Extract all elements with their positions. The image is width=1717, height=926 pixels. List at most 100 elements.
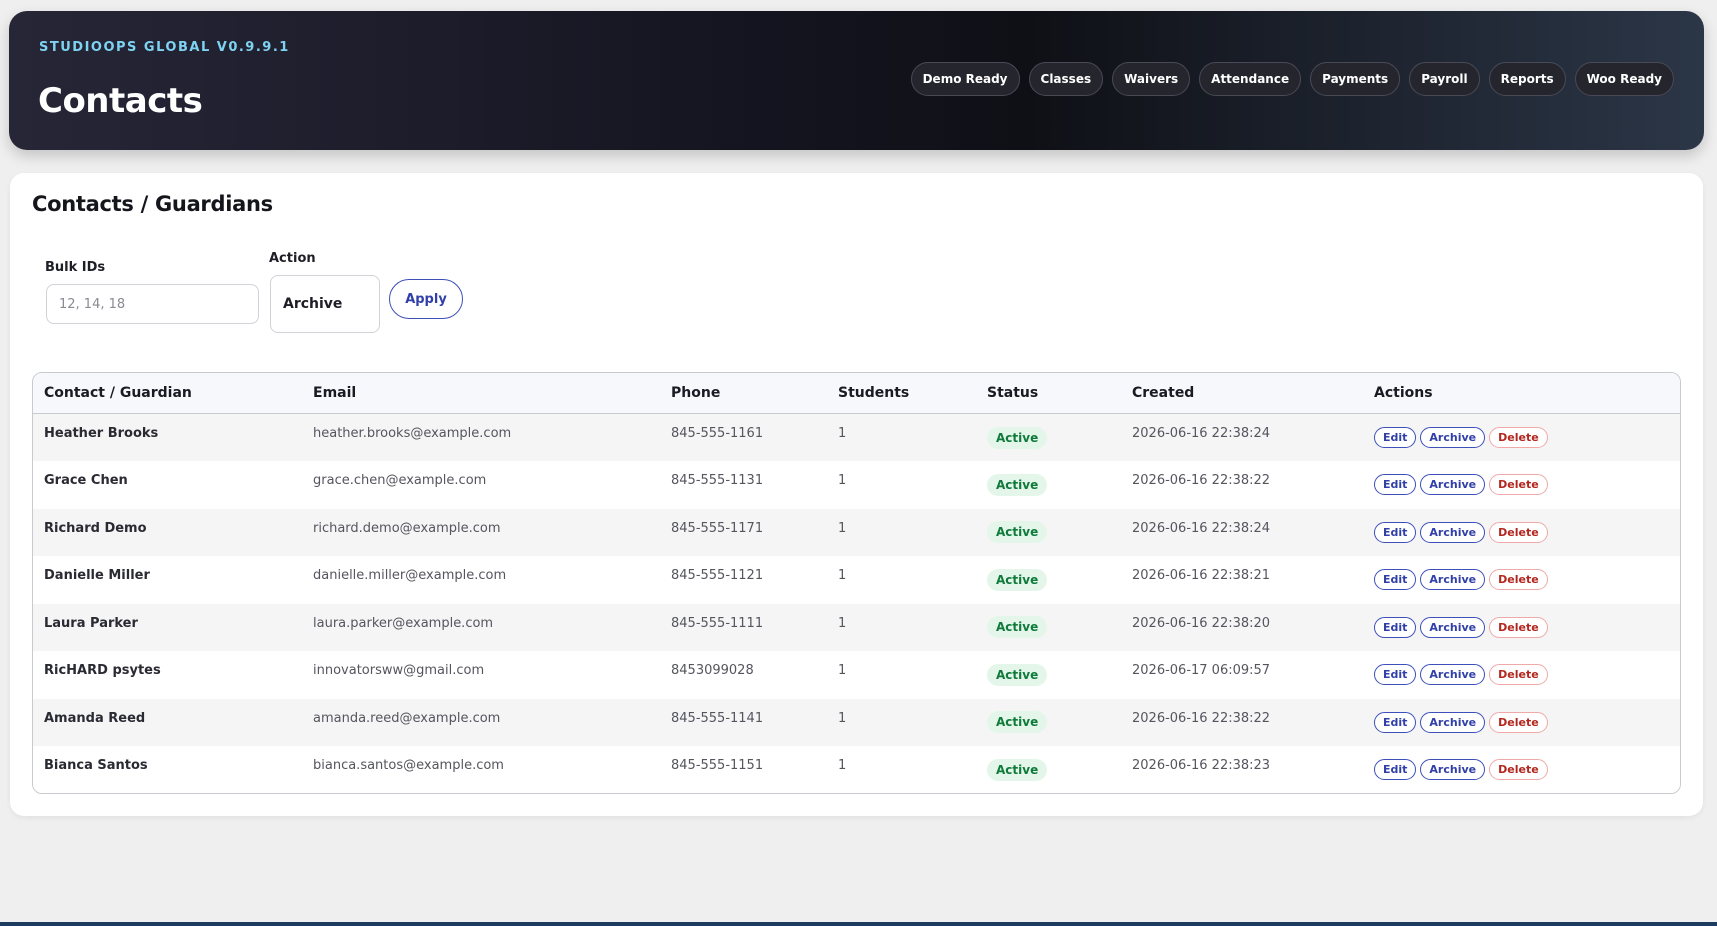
contact-name-cell: Grace Chen bbox=[44, 473, 128, 489]
edit-button[interactable]: Edit bbox=[1374, 427, 1417, 448]
table-row: Laura Parker laura.parker@example.com 845-… bbox=[33, 603, 1680, 651]
nav-payroll[interactable]: Payroll bbox=[1409, 62, 1480, 96]
delete-button[interactable]: Delete bbox=[1489, 664, 1548, 686]
contacts-table: Contact / Guardian Email Phone Students … bbox=[32, 372, 1681, 794]
created-cell: 2026-06-16 22:38:23 bbox=[1132, 758, 1271, 774]
delete-button[interactable]: Delete bbox=[1489, 616, 1548, 638]
column-header-contact[interactable]: Contact / Guardian bbox=[33, 373, 302, 414]
status-badge: Active bbox=[987, 663, 1048, 686]
contact-name-cell: RicHARD psytes bbox=[44, 663, 161, 679]
status-badge: Active bbox=[987, 521, 1048, 544]
students-cell: 1 bbox=[838, 568, 847, 584]
archive-button[interactable]: Archive bbox=[1420, 569, 1486, 591]
archive-button[interactable]: Archive bbox=[1420, 427, 1486, 448]
archive-button[interactable]: Archive bbox=[1420, 616, 1486, 638]
contact-name-cell: Laura Parker bbox=[44, 615, 138, 631]
archive-button[interactable]: Archive bbox=[1420, 474, 1486, 496]
apply-button[interactable]: Apply bbox=[389, 279, 463, 319]
nav-attendance[interactable]: Attendance bbox=[1199, 62, 1302, 96]
edit-button[interactable]: Edit bbox=[1374, 616, 1417, 638]
action-selected-value: Archive bbox=[283, 296, 343, 312]
action-label: Action bbox=[269, 251, 316, 266]
header-nav: Demo Ready Classes Waivers Attendance Pa… bbox=[910, 62, 1674, 96]
edit-button[interactable]: Edit bbox=[1374, 521, 1417, 543]
archive-button[interactable]: Archive bbox=[1420, 664, 1486, 686]
created-cell: 2026-06-16 22:38:24 bbox=[1132, 426, 1271, 441]
column-header-email[interactable]: Email bbox=[302, 373, 660, 414]
edit-button[interactable]: Edit bbox=[1374, 474, 1417, 496]
status-badge: Active bbox=[987, 616, 1048, 639]
table-row: Richard Demo richard.demo@example.com 845-… bbox=[33, 508, 1680, 556]
card-title: Contacts / Guardians bbox=[32, 192, 273, 216]
contact-name-cell: Heather Brooks bbox=[44, 426, 159, 441]
delete-button[interactable]: Delete bbox=[1489, 759, 1548, 781]
table-header-row: Contact / Guardian Email Phone Students … bbox=[33, 373, 1680, 414]
status-badge: Active bbox=[987, 711, 1048, 734]
table-row: Danielle Miller danielle.miller@example.c… bbox=[33, 556, 1680, 604]
email-cell: danielle.miller@example.com bbox=[313, 568, 507, 584]
column-header-students[interactable]: Students bbox=[827, 373, 976, 414]
delete-button[interactable]: Delete bbox=[1489, 569, 1548, 591]
created-cell: 2026-06-16 22:38:22 bbox=[1132, 710, 1271, 726]
created-cell: 2026-06-17 06:09:57 bbox=[1132, 663, 1271, 679]
email-cell: bianca.santos@example.com bbox=[313, 758, 504, 774]
edit-button[interactable]: Edit bbox=[1374, 759, 1417, 781]
page-title: Contacts bbox=[38, 81, 203, 121]
page-header: STUDIOOPS GLOBAL V0.9.9.1 Contacts Demo … bbox=[9, 11, 1704, 150]
nav-classes[interactable]: Classes bbox=[1028, 62, 1104, 96]
column-header-actions: Actions bbox=[1374, 385, 1433, 401]
contact-name-cell: Amanda Reed bbox=[44, 710, 146, 726]
email-cell: heather.brooks@example.com bbox=[313, 426, 512, 441]
table-row: RicHARD psytes innovatorsww@gmail.com 8453… bbox=[33, 651, 1680, 699]
nav-demo-ready[interactable]: Demo Ready bbox=[910, 62, 1020, 96]
bulk-ids-input[interactable] bbox=[46, 284, 259, 324]
nav-reports[interactable]: Reports bbox=[1488, 62, 1566, 96]
status-badge: Active bbox=[987, 758, 1048, 781]
contact-name-cell: Danielle Miller bbox=[44, 568, 150, 584]
phone-cell: 8453099028 bbox=[671, 663, 754, 679]
created-cell: 2026-06-16 22:38:24 bbox=[1132, 520, 1271, 536]
table-row: Grace Chen grace.chen@example.com 845-555-… bbox=[33, 461, 1680, 509]
edit-button[interactable]: Edit bbox=[1374, 569, 1417, 591]
edit-button[interactable]: Edit bbox=[1374, 664, 1417, 686]
status-badge: Active bbox=[987, 473, 1048, 496]
email-cell: richard.demo@example.com bbox=[313, 520, 501, 536]
nav-waivers[interactable]: Waivers bbox=[1112, 62, 1191, 96]
phone-cell: 845-555-1171 bbox=[671, 520, 764, 536]
contacts-card: Contacts / Guardians Bulk IDs Action Arc… bbox=[10, 173, 1703, 816]
nav-woo-ready[interactable]: Woo Ready bbox=[1574, 62, 1674, 96]
phone-cell: 845-555-1131 bbox=[671, 473, 764, 489]
status-badge: Active bbox=[987, 426, 1048, 449]
column-header-phone[interactable]: Phone bbox=[660, 373, 827, 414]
delete-button[interactable]: Delete bbox=[1489, 474, 1548, 496]
table-row: Bianca Santos bianca.santos@example.com 84… bbox=[33, 746, 1680, 793]
contact-name-cell: Bianca Santos bbox=[44, 758, 148, 774]
students-cell: 1 bbox=[838, 615, 847, 631]
students-cell: 1 bbox=[838, 710, 847, 726]
delete-button[interactable]: Delete bbox=[1489, 711, 1548, 733]
nav-payments[interactable]: Payments bbox=[1310, 62, 1401, 96]
email-cell: innovatorsww@gmail.com bbox=[313, 663, 485, 679]
column-header-created[interactable]: Created bbox=[1121, 373, 1363, 414]
phone-cell: 845-555-1121 bbox=[671, 568, 764, 584]
created-cell: 2026-06-16 22:38:20 bbox=[1132, 615, 1271, 631]
phone-cell: 845-555-1141 bbox=[671, 710, 764, 726]
table-row: Heather Brooks heather.brooks@example.com… bbox=[33, 413, 1680, 461]
phone-cell: 845-555-1151 bbox=[671, 758, 764, 774]
archive-button[interactable]: Archive bbox=[1420, 711, 1486, 733]
archive-button[interactable]: Archive bbox=[1420, 759, 1486, 781]
email-cell: laura.parker@example.com bbox=[313, 615, 494, 631]
students-cell: 1 bbox=[838, 426, 847, 441]
delete-button[interactable]: Delete bbox=[1489, 521, 1548, 543]
created-cell: 2026-06-16 22:38:21 bbox=[1132, 568, 1271, 584]
archive-button[interactable]: Archive bbox=[1420, 521, 1486, 543]
app-version-label: STUDIOOPS GLOBAL V0.9.9.1 bbox=[39, 40, 290, 55]
action-select[interactable]: Archive bbox=[270, 275, 380, 333]
contact-name-cell: Richard Demo bbox=[44, 520, 147, 536]
students-cell: 1 bbox=[838, 663, 847, 679]
bulk-ids-label: Bulk IDs bbox=[45, 260, 106, 275]
delete-button[interactable]: Delete bbox=[1489, 427, 1548, 448]
edit-button[interactable]: Edit bbox=[1374, 711, 1417, 733]
column-header-status[interactable]: Status bbox=[976, 373, 1121, 414]
phone-cell: 845-555-1111 bbox=[671, 615, 764, 631]
